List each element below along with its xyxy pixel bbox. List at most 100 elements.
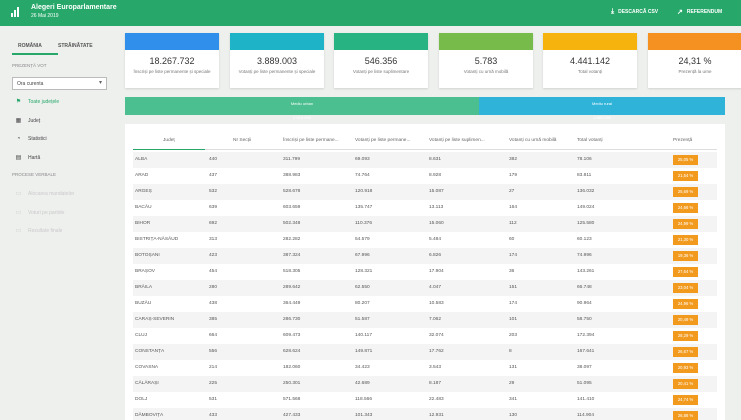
column-header[interactable]: Votanți pe liste permane... bbox=[355, 138, 410, 143]
table-row[interactable]: COVASNA 214 182.060 34.423 3.543 131 38.097 20,… bbox=[133, 360, 717, 376]
nav-pv-mandates[interactable]: ▭ Alocarea mandatelor bbox=[15, 190, 74, 198]
stat-card: 546.356 Votanți pe liste suplimentare bbox=[334, 33, 428, 88]
app-title: Alegeri Europarlamentare bbox=[31, 4, 117, 11]
table-cell: 69.093 bbox=[355, 157, 370, 162]
download-csv-button[interactable]: ⤓ DESCARCĂ CSV bbox=[611, 8, 658, 16]
table-row[interactable]: CLUJ 664 609.473 140.117 32.074 203 172.394 28,… bbox=[133, 328, 717, 344]
time-select-value: Ora curenta bbox=[17, 81, 44, 87]
pie-chart-icon: ◔ bbox=[16, 136, 21, 142]
table-cell: 5.484 bbox=[429, 237, 442, 242]
table-row[interactable]: BRAȘOV 454 518.305 128.321 17.904 36 143.261 27… bbox=[133, 264, 717, 280]
sort-indicator bbox=[133, 148, 205, 150]
column-header[interactable]: Înscriși pe liste permane... bbox=[283, 138, 339, 143]
presence-section-label: PREZENȚĂ VOT bbox=[12, 63, 47, 68]
nav-statistics[interactable]: ◔ Statistici bbox=[15, 136, 47, 142]
nav-map-label: Hartă bbox=[28, 154, 41, 161]
table-row[interactable]: ALBA 440 311.799 69.093 8.631 382 78.106 25,05 … bbox=[133, 152, 717, 168]
table-cell: 423 bbox=[209, 253, 218, 258]
stat-card-label: Prezență la urne bbox=[678, 69, 712, 74]
table-cell: 437 bbox=[209, 173, 218, 178]
table-row[interactable]: BIHOR 692 502.348 110.376 15.060 112 125.580 24… bbox=[133, 216, 717, 232]
table-row[interactable]: BUZĂU 438 364.449 80.207 10.583 174 90.964 24,9… bbox=[133, 296, 717, 312]
presence-badge: 28,29 % bbox=[673, 331, 698, 341]
referendum-button[interactable]: ↗ REFERENDUM bbox=[677, 8, 722, 16]
presence-badge: 24,74 % bbox=[673, 395, 698, 405]
column-header[interactable]: Votanți pe liste suplimen... bbox=[429, 138, 485, 143]
presence-badge: 26,67 % bbox=[673, 347, 698, 357]
tab-romania[interactable]: ROMÂNIA bbox=[18, 43, 42, 49]
table-cell: 10.583 bbox=[429, 301, 444, 306]
table-cell: 27 bbox=[509, 189, 515, 194]
column-header[interactable]: Județ bbox=[163, 138, 175, 143]
table-cell: 388.983 bbox=[283, 173, 301, 178]
nav-county[interactable]: ▦ Județ bbox=[15, 117, 41, 125]
document-icon: ▭ bbox=[15, 210, 22, 216]
nav-map[interactable]: ▤ Hartă bbox=[15, 154, 41, 162]
table-cell: CĂLĂRAȘI bbox=[135, 381, 159, 386]
sidebar: ROMÂNIA STRĂINĂTATE PREZENȚĂ VOT Ora cur… bbox=[0, 26, 118, 420]
table-cell: 36 bbox=[509, 269, 515, 274]
table-cell: 4.047 bbox=[429, 285, 442, 290]
referendum-label: REFERENDUM bbox=[686, 9, 723, 15]
tab-strainatate[interactable]: STRĂINĂTATE bbox=[58, 43, 93, 49]
table-row[interactable]: CĂLĂRAȘI 225 250.301 42.689 8.187 29 51.095 20,… bbox=[133, 376, 717, 392]
urban-label: Mediu urban bbox=[290, 101, 314, 106]
nav-pv-final-results[interactable]: ▭ Rezultate finale bbox=[15, 227, 63, 235]
app-header: Alegeri Europarlamentare 26 Mai 2019 ⤓ D… bbox=[0, 0, 741, 26]
nav-all-counties[interactable]: ⚑ Toate județele bbox=[15, 98, 59, 106]
table-row[interactable]: CARAȘ-SEVERIN 385 286.730 51.587 7.062 101 58.… bbox=[133, 312, 717, 328]
stat-card: 24,31 % Prezență la urne bbox=[648, 33, 741, 88]
table-row[interactable]: DÂMBOVIȚA 433 427.433 101.343 12.931 130 114.9… bbox=[133, 408, 717, 420]
table-cell: 141.410 bbox=[577, 397, 595, 402]
table-row[interactable]: BISTRIȚA-NĂSĂUD 313 282.282 54.579 5.484 60 60… bbox=[133, 232, 717, 248]
table-cell: BACĂU bbox=[135, 205, 152, 210]
nav-pv-party-votes[interactable]: ▭ Voturi pe partide bbox=[15, 209, 65, 217]
table-cell: 15.087 bbox=[429, 189, 444, 194]
table-cell: 101.343 bbox=[355, 413, 373, 418]
table-cell: 58.750 bbox=[577, 317, 592, 322]
table-cell: 532 bbox=[209, 189, 218, 194]
column-header[interactable]: Prezență bbox=[673, 138, 692, 143]
table-cell: 32.074 bbox=[429, 333, 444, 338]
table-cell: 118.566 bbox=[355, 397, 372, 402]
urban-rural-bar: Mediu urban 2.516.095 Mediu rural 1.863.… bbox=[125, 97, 725, 120]
table-cell: BIHOR bbox=[135, 221, 151, 226]
stat-card-color-bar bbox=[648, 33, 741, 50]
table-row[interactable]: ARGEȘ 532 528.678 120.918 15.087 27 136.032 25,… bbox=[133, 184, 717, 200]
table-cell: 289.642 bbox=[283, 285, 301, 290]
table-cell: BISTRIȚA-NĂSĂUD bbox=[135, 237, 179, 242]
table-cell: 609.473 bbox=[283, 333, 301, 338]
time-select[interactable]: Ora curenta ▾ bbox=[12, 77, 107, 90]
results-table: Județ Nr Secții Înscriși pe liste permane.… bbox=[125, 124, 725, 420]
stat-card: 3.889.003 Votanți pe liste permanente și … bbox=[230, 33, 324, 88]
column-header[interactable]: Votanți cu urnă mobilă bbox=[509, 138, 556, 143]
table-cell: 34.423 bbox=[355, 365, 370, 370]
table-row[interactable]: BOTOȘANI 423 387.324 67.996 6.826 174 74.996 19… bbox=[133, 248, 717, 264]
table-cell: 78.106 bbox=[577, 157, 592, 162]
table-cell: BRAȘOV bbox=[135, 269, 155, 274]
stat-card-color-bar bbox=[439, 33, 533, 50]
download-csv-label: DESCARCĂ CSV bbox=[618, 9, 659, 15]
stat-card-label: Votanți cu urnă mobilă bbox=[463, 69, 509, 74]
table-cell: BOTOȘANI bbox=[135, 253, 160, 258]
stat-card: 5.783 Votanți cu urnă mobilă bbox=[439, 33, 533, 88]
stat-card-value: 18.267.732 bbox=[149, 56, 195, 66]
map-icon: ▤ bbox=[15, 155, 22, 161]
election-date: 26 Mai 2019 bbox=[31, 13, 59, 19]
table-row[interactable]: BRĂILA 280 289.642 62.550 4.047 151 66.748 23,0… bbox=[133, 280, 717, 296]
chevron-down-icon: ▾ bbox=[98, 80, 102, 86]
table-row[interactable]: DOLJ 531 571.568 118.566 22.483 341 141.410 24,… bbox=[133, 392, 717, 408]
table-row[interactable]: CONSTANȚA 556 628.624 149.871 17.762 8 167.641… bbox=[133, 344, 717, 360]
stat-card-value: 24,31 % bbox=[678, 56, 712, 66]
table-row[interactable]: BACĂU 639 603.659 135.747 13.113 164 149.024 24… bbox=[133, 200, 717, 216]
chart-logo-icon bbox=[11, 7, 20, 17]
table-cell: 203 bbox=[509, 333, 518, 338]
table-cell: 135.747 bbox=[355, 205, 373, 210]
presence-badge: 24,99 % bbox=[673, 219, 698, 229]
table-row[interactable]: ARAD 437 388.983 74.764 8.928 179 83.811 21,54 … bbox=[133, 168, 717, 184]
column-header[interactable]: Total votanți bbox=[577, 138, 603, 143]
presence-badge: 23,04 % bbox=[673, 283, 698, 293]
table-cell: 110.376 bbox=[355, 221, 372, 226]
column-header[interactable]: Nr Secții bbox=[233, 138, 251, 143]
stat-card-color-bar bbox=[230, 33, 324, 50]
